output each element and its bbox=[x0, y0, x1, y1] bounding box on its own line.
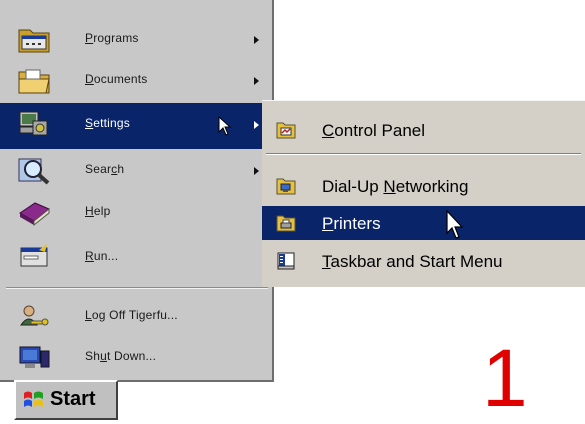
menu-label-settings: Settings bbox=[85, 116, 130, 130]
menu-label-programs: Programs bbox=[85, 31, 139, 45]
menu-separator bbox=[6, 287, 268, 289]
submenu-label-taskbar-and-start-menu: Taskbar and Start Menu bbox=[322, 252, 503, 271]
windows-logo-icon bbox=[24, 391, 43, 407]
menu-item-search[interactable]: Search bbox=[0, 149, 272, 193]
submenu-label-dial-up-networking: Dial-Up Networking bbox=[322, 177, 469, 196]
submenu-item-control-panel[interactable]: Control Panel bbox=[262, 113, 585, 147]
submenu-item-printers[interactable]: Printers bbox=[262, 206, 585, 240]
start-button[interactable]: Start bbox=[14, 380, 118, 420]
documents-folder-icon bbox=[18, 69, 50, 94]
menu-label-shut-down: Shut Down... bbox=[85, 349, 157, 363]
submenu-arrow-icon bbox=[254, 77, 259, 85]
printers-icon bbox=[276, 215, 296, 232]
control-panel-icon bbox=[276, 122, 296, 139]
menu-item-programs[interactable]: Programs bbox=[0, 18, 272, 62]
menu-label-help: Help bbox=[85, 204, 111, 218]
arrow-cursor-icon bbox=[218, 116, 232, 136]
shut-down-icon bbox=[19, 346, 50, 368]
search-icon bbox=[18, 158, 50, 185]
log-off-icon bbox=[20, 305, 49, 326]
menu-item-shut-down[interactable]: Shut Down... bbox=[0, 336, 272, 380]
submenu-item-taskbar-and-start-menu[interactable]: Taskbar and Start Menu bbox=[262, 244, 585, 278]
menu-item-documents[interactable]: Documents bbox=[0, 59, 272, 103]
submenu-label-printers: Printers bbox=[322, 214, 381, 233]
step-number: 1 bbox=[482, 333, 528, 424]
submenu-arrow-icon bbox=[254, 167, 259, 175]
menu-item-help[interactable]: Help bbox=[0, 191, 272, 235]
arrow-cursor-icon bbox=[446, 210, 464, 239]
taskbar-icon bbox=[277, 252, 295, 270]
dial-up-networking-icon bbox=[276, 178, 296, 195]
help-book-icon bbox=[19, 202, 50, 227]
run-icon bbox=[20, 244, 48, 267]
start-menu: Programs Documents Settings Search Help … bbox=[0, 0, 274, 382]
menu-label-log-off: Log Off Tigerfu... bbox=[85, 308, 178, 322]
submenu-separator bbox=[266, 153, 581, 155]
settings-submenu: Control Panel Dial-Up Networking Printer… bbox=[262, 100, 585, 287]
submenu-item-dial-up-networking[interactable]: Dial-Up Networking bbox=[262, 169, 585, 203]
submenu-arrow-icon bbox=[254, 121, 259, 129]
menu-item-run[interactable]: Run... bbox=[0, 236, 272, 280]
submenu-arrow-icon bbox=[254, 36, 259, 44]
menu-label-search: Search bbox=[85, 162, 125, 176]
menu-label-documents: Documents bbox=[85, 72, 148, 86]
menu-item-log-off[interactable]: Log Off Tigerfu... bbox=[0, 295, 272, 339]
submenu-label-control-panel: Control Panel bbox=[322, 121, 426, 140]
menu-label-run: Run... bbox=[85, 249, 119, 263]
start-label: Start bbox=[50, 388, 96, 410]
programs-folder-icon bbox=[18, 29, 50, 53]
settings-icon bbox=[19, 111, 48, 136]
menu-item-settings[interactable]: Settings bbox=[0, 103, 272, 149]
